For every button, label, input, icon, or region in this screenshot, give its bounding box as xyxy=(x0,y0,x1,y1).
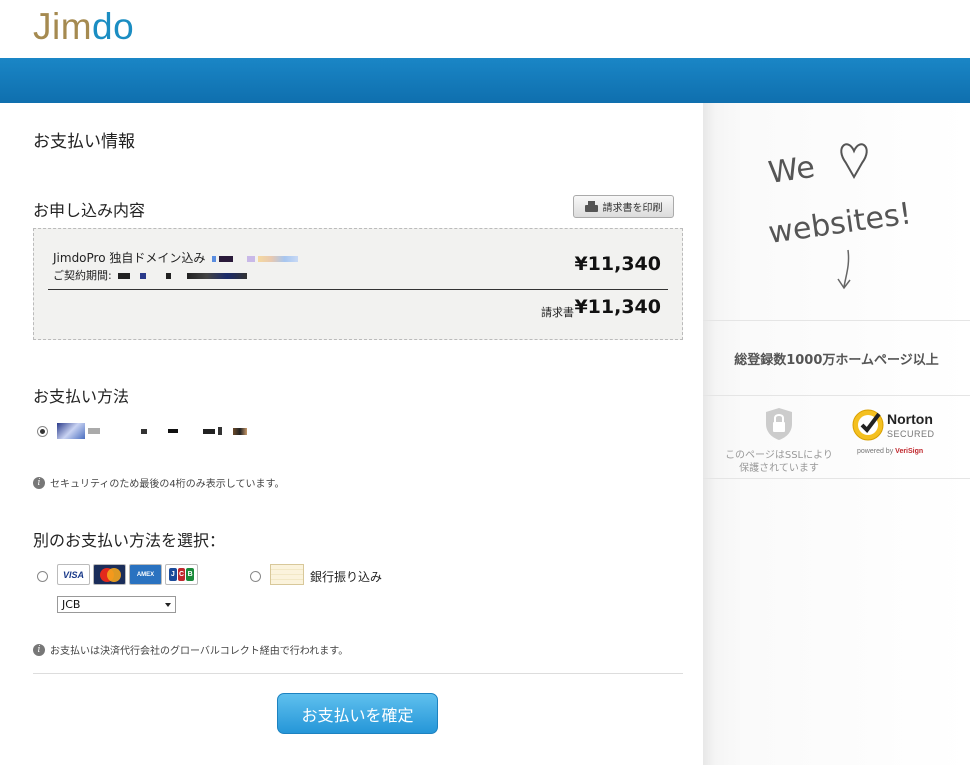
printer-icon xyxy=(584,200,598,213)
footer-divider xyxy=(33,673,683,674)
invoice-total-price: ¥11,340 xyxy=(574,296,661,318)
masked-digit xyxy=(141,428,147,434)
ssl-text-line1: このページはSSLにより xyxy=(725,450,833,461)
we-love-websites-graphic: We websites! xyxy=(766,143,914,290)
credit-card-radio[interactable] xyxy=(37,571,48,582)
logo-text-do: do xyxy=(92,6,135,47)
masked-period xyxy=(187,273,248,279)
print-invoice-button[interactable]: 請求書を印刷 xyxy=(573,195,674,218)
header: Jimdo xyxy=(0,0,970,58)
shield-lock-icon xyxy=(766,408,792,440)
payment-processor-note-text: お支払いは決済代行会社のグローバルコレクト経由で行われます。 xyxy=(50,646,349,657)
jimdo-logo[interactable]: Jimdo xyxy=(33,6,134,48)
masked-card-number xyxy=(57,423,247,439)
masked-domain xyxy=(258,255,299,262)
masked-period xyxy=(166,273,172,279)
logo-text-jim: Jim xyxy=(33,6,93,47)
masked-domain xyxy=(247,255,256,262)
order-divider xyxy=(48,289,668,290)
payment-processor-note: i お支払いは決済代行会社のグローバルコレクト経由で行われます。 xyxy=(33,642,348,657)
card-type-select[interactable]: JCB xyxy=(57,596,176,613)
invoice-total-label: 請求書 xyxy=(541,306,574,319)
ssl-badge: このページはSSLにより 保護されています xyxy=(720,405,838,475)
order-item-period-label: ご契約期間: xyxy=(53,269,112,282)
saved-card-radio[interactable] xyxy=(37,426,48,437)
page-title: お支払い情報 xyxy=(33,132,135,152)
order-item-name-text: JimdoPro 独自ドメイン込み xyxy=(53,251,206,265)
order-item-period: ご契約期間: xyxy=(53,267,248,283)
order-item-price: ¥11,340 xyxy=(574,253,661,275)
arrow-down-icon xyxy=(837,249,851,290)
card-type-selected: JCB xyxy=(62,598,81,611)
masked-digit xyxy=(168,429,178,433)
masked-digit xyxy=(218,427,222,435)
masked-digit xyxy=(203,428,215,434)
norton-name: Norton xyxy=(887,411,933,427)
chevron-down-icon xyxy=(165,603,171,607)
tagline-websites: websites! xyxy=(766,196,913,251)
info-icon: i xyxy=(33,476,45,489)
masked-digit xyxy=(233,427,247,435)
norton-powered-by: powered by VeriSign xyxy=(857,448,924,455)
jcb-logo: JCB xyxy=(165,564,198,585)
confirm-payment-button[interactable]: お支払いを確定 xyxy=(277,693,438,734)
alt-payment-title: 別のお支払い方法を選択： xyxy=(33,531,226,550)
bank-transfer-icon xyxy=(270,564,304,585)
masked-digit xyxy=(88,428,100,434)
amex-logo: AMEX xyxy=(129,564,162,585)
norton-secured-badge[interactable]: Norton SECURED powered by VeriSign xyxy=(850,405,950,460)
mastercard-logo xyxy=(93,564,126,585)
visa-logo: VISA xyxy=(57,564,90,585)
header-blue-bar xyxy=(0,58,970,103)
norton-check-icon xyxy=(852,409,884,441)
order-section-title: お申し込み内容 xyxy=(33,201,146,220)
card-brand-logos: VISA AMEX JCB xyxy=(57,564,198,585)
info-icon: i xyxy=(33,643,45,656)
registration-stat: 総登録数1000万ホームページ以上 xyxy=(703,320,970,396)
masked-period xyxy=(140,273,147,279)
print-invoice-label: 請求書を印刷 xyxy=(602,203,663,214)
payment-method-title: お支払い方法 xyxy=(33,387,130,406)
bank-transfer-label[interactable]: 銀行振り込み xyxy=(310,568,382,585)
security-note: i セキュリティのため最後の4桁のみ表示しています。 xyxy=(33,475,284,490)
security-note-text: セキュリティのため最後の4桁のみ表示しています。 xyxy=(50,479,285,490)
masked-domain xyxy=(212,255,217,262)
ssl-text-line2: 保護されています xyxy=(739,463,819,474)
heart-icon xyxy=(840,143,868,180)
masked-period xyxy=(118,273,131,279)
tagline-we: We xyxy=(766,150,817,191)
order-item-name: JimdoPro 独自ドメイン込み xyxy=(53,249,299,266)
order-summary-box: JimdoPro 独自ドメイン込み ご契約期間: ¥11,340 請求書 ¥11… xyxy=(33,228,683,340)
masked-card-logo xyxy=(57,423,85,439)
norton-secured-text: SECURED xyxy=(887,429,935,439)
sidebar-divider xyxy=(703,478,970,479)
masked-domain xyxy=(219,255,234,262)
bank-transfer-radio[interactable] xyxy=(250,571,261,582)
